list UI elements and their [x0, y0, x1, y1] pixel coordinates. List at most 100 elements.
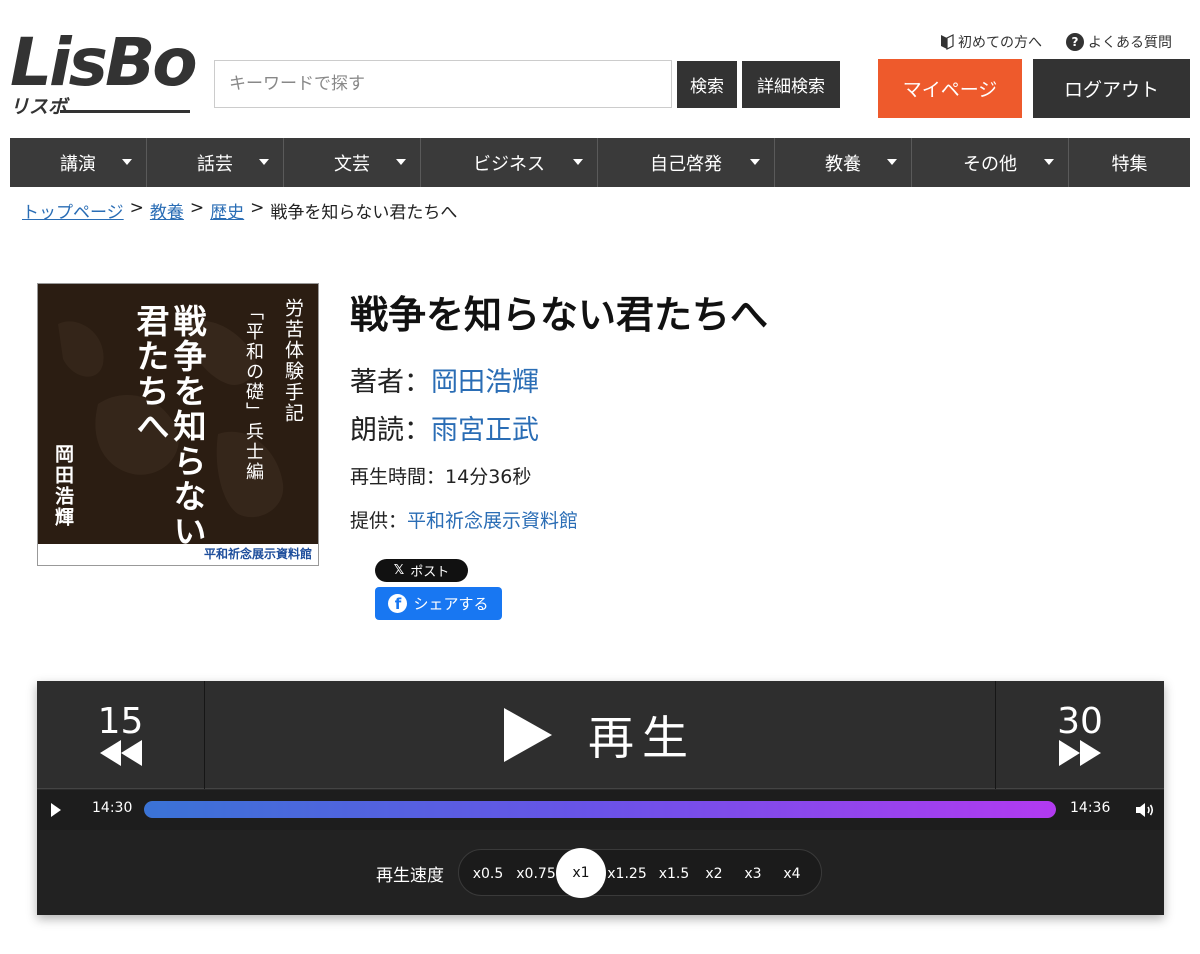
- play-label: 再生: [588, 711, 696, 765]
- faq-link-label: よくある質問: [1088, 35, 1172, 51]
- nav-item-feature[interactable]: 特集: [1069, 138, 1190, 187]
- nav-item-lecture[interactable]: 講演: [10, 138, 147, 187]
- nav-item-self-development[interactable]: 自己啓発: [598, 138, 775, 187]
- play-icon: [504, 708, 552, 762]
- forward-button[interactable]: 30: [995, 681, 1164, 789]
- logo-text: LisBo: [10, 24, 198, 101]
- breadcrumb: トップページ > 教養 > 歴史 > 戦争を知らない君たちへ: [22, 198, 457, 223]
- duration-row: 再生時間： 14分36秒: [350, 462, 531, 489]
- dropdown-caret-icon: [887, 159, 897, 165]
- nav-item-literature[interactable]: 文芸: [284, 138, 421, 187]
- volume-icon[interactable]: [1136, 802, 1156, 818]
- breadcrumb-separator: >: [189, 198, 205, 218]
- breadcrumb-separator: >: [129, 198, 144, 218]
- speed-option[interactable]: x0.5: [467, 850, 509, 897]
- reader-row: 朗読： 雨宮正武: [350, 408, 539, 447]
- author-row: 著者： 岡田浩輝: [350, 360, 539, 399]
- duration-value: 14分36秒: [445, 466, 532, 488]
- search-button[interactable]: 検索: [677, 61, 737, 108]
- speed-option[interactable]: x4: [775, 850, 809, 897]
- logo-underline: [60, 110, 190, 113]
- speed-option-selected[interactable]: x1: [556, 848, 606, 898]
- seek-bar[interactable]: [144, 801, 1056, 818]
- nav-item-label: 特集: [1111, 153, 1148, 175]
- page-title: 戦争を知らない君たちへ: [350, 293, 769, 337]
- logout-button[interactable]: ログアウト: [1033, 59, 1190, 118]
- nav-item-storytelling[interactable]: 話芸: [147, 138, 284, 187]
- duration-label: 再生時間：: [350, 466, 446, 488]
- dropdown-caret-icon: [396, 159, 406, 165]
- progress-bar-row: 14:30 14:36: [37, 790, 1164, 830]
- speed-selector: x0.5 x0.75 x1 x1.25 x1.5 x2 x3 x4: [458, 848, 822, 898]
- author-link[interactable]: 岡田浩輝: [431, 360, 539, 399]
- nav-item-label: 話芸: [197, 153, 233, 175]
- nav-item-business[interactable]: ビジネス: [421, 138, 598, 187]
- breadcrumb-culture[interactable]: 教養: [150, 198, 184, 223]
- provider-link[interactable]: 平和祈念展示資料館: [407, 506, 578, 533]
- dropdown-caret-icon: [573, 159, 583, 165]
- nav-item-label: ビジネス: [473, 153, 545, 175]
- rewind-button[interactable]: 15: [37, 681, 205, 789]
- fast-forward-icon: [1059, 740, 1101, 766]
- cover-publisher: 平和祈念展示資料館: [38, 544, 318, 565]
- facebook-icon: f: [388, 594, 408, 613]
- detail-search-button[interactable]: 詳細検索: [742, 61, 840, 108]
- logo-subtext: リスボ: [10, 96, 68, 118]
- author-label: 著者：: [350, 367, 431, 398]
- total-duration: 14:36: [1070, 800, 1111, 816]
- first-time-link-label: 初めての方へ: [958, 35, 1042, 51]
- facebook-share-button[interactable]: f シェアする: [375, 587, 502, 620]
- search-input[interactable]: [214, 60, 672, 108]
- nav-item-label: 文芸: [334, 153, 370, 175]
- category-nav: 講演 話芸 文芸 ビジネス 自己啓発 教養 その他 特集: [10, 138, 1190, 187]
- nav-item-culture[interactable]: 教養: [775, 138, 912, 187]
- speed-controls: 再生速度 x0.5 x0.75 x1 x1.25 x1.5 x2 x3 x4: [37, 830, 1164, 915]
- forward-seconds: 30: [1057, 701, 1103, 742]
- player-controls: 15 再生 30: [37, 681, 1164, 789]
- speed-option[interactable]: x2: [697, 850, 731, 897]
- question-icon: ?: [1066, 33, 1084, 51]
- speed-option[interactable]: x1.5: [654, 850, 694, 897]
- reader-label: 朗読：: [350, 415, 431, 446]
- current-time: 14:30: [92, 800, 133, 816]
- dropdown-caret-icon: [750, 159, 760, 165]
- first-time-link[interactable]: 初めての方へ: [940, 32, 1042, 52]
- mini-play-icon[interactable]: [51, 803, 61, 817]
- dropdown-caret-icon: [259, 159, 269, 165]
- cover-subtitle: 「平和の礎」兵士編: [243, 302, 264, 482]
- cover-title-line1: 戦争を知らない: [168, 304, 207, 549]
- provider-row: 提供： 平和祈念展示資料館: [350, 506, 578, 533]
- mypage-button[interactable]: マイページ: [878, 59, 1022, 118]
- site-logo[interactable]: LisBo リスボ: [10, 24, 198, 120]
- reader-link[interactable]: 雨宮正武: [431, 408, 539, 447]
- cover-title-line2: 君たちへ: [131, 304, 170, 444]
- nav-item-label: 自己啓発: [650, 153, 722, 175]
- nav-item-other[interactable]: その他: [912, 138, 1069, 187]
- x-logo-icon: 𝕏: [393, 563, 405, 578]
- dropdown-caret-icon: [1044, 159, 1054, 165]
- x-post-button[interactable]: 𝕏 ポスト: [375, 559, 468, 582]
- breadcrumb-top[interactable]: トップページ: [22, 198, 124, 223]
- provider-label: 提供：: [350, 510, 408, 532]
- rewind-icon: [99, 740, 142, 766]
- breadcrumb-current: 戦争を知らない君たちへ: [270, 203, 458, 223]
- dropdown-caret-icon: [122, 159, 132, 165]
- speed-option[interactable]: x0.75: [511, 850, 561, 897]
- beginner-mark-icon: [941, 34, 954, 50]
- rewind-seconds: 15: [97, 701, 144, 742]
- seek-bar-fill: [144, 801, 1056, 818]
- nav-item-label: その他: [963, 153, 1017, 175]
- nav-item-label: 講演: [60, 153, 96, 175]
- cover-image: 労苦体験手記 「平和の礎」兵士編 戦争を知らない 君たちへ 岡田浩輝 平和祈念展…: [37, 283, 319, 566]
- speed-label: 再生速度: [376, 866, 444, 886]
- play-button[interactable]: 再生: [206, 681, 994, 789]
- breadcrumb-separator: >: [250, 198, 265, 218]
- speed-option[interactable]: x3: [736, 850, 770, 897]
- x-post-label: ポスト: [410, 565, 450, 580]
- speed-option[interactable]: x1.25: [605, 850, 649, 897]
- cover-author: 岡田浩輝: [52, 444, 74, 528]
- audio-player: 15 再生 30 14:30 14:36 再生速度 x0.5 x0.75 x1 …: [37, 681, 1164, 915]
- nav-item-label: 教養: [825, 153, 861, 175]
- breadcrumb-history[interactable]: 歴史: [210, 198, 244, 223]
- faq-link[interactable]: ? よくある質問: [1066, 32, 1172, 52]
